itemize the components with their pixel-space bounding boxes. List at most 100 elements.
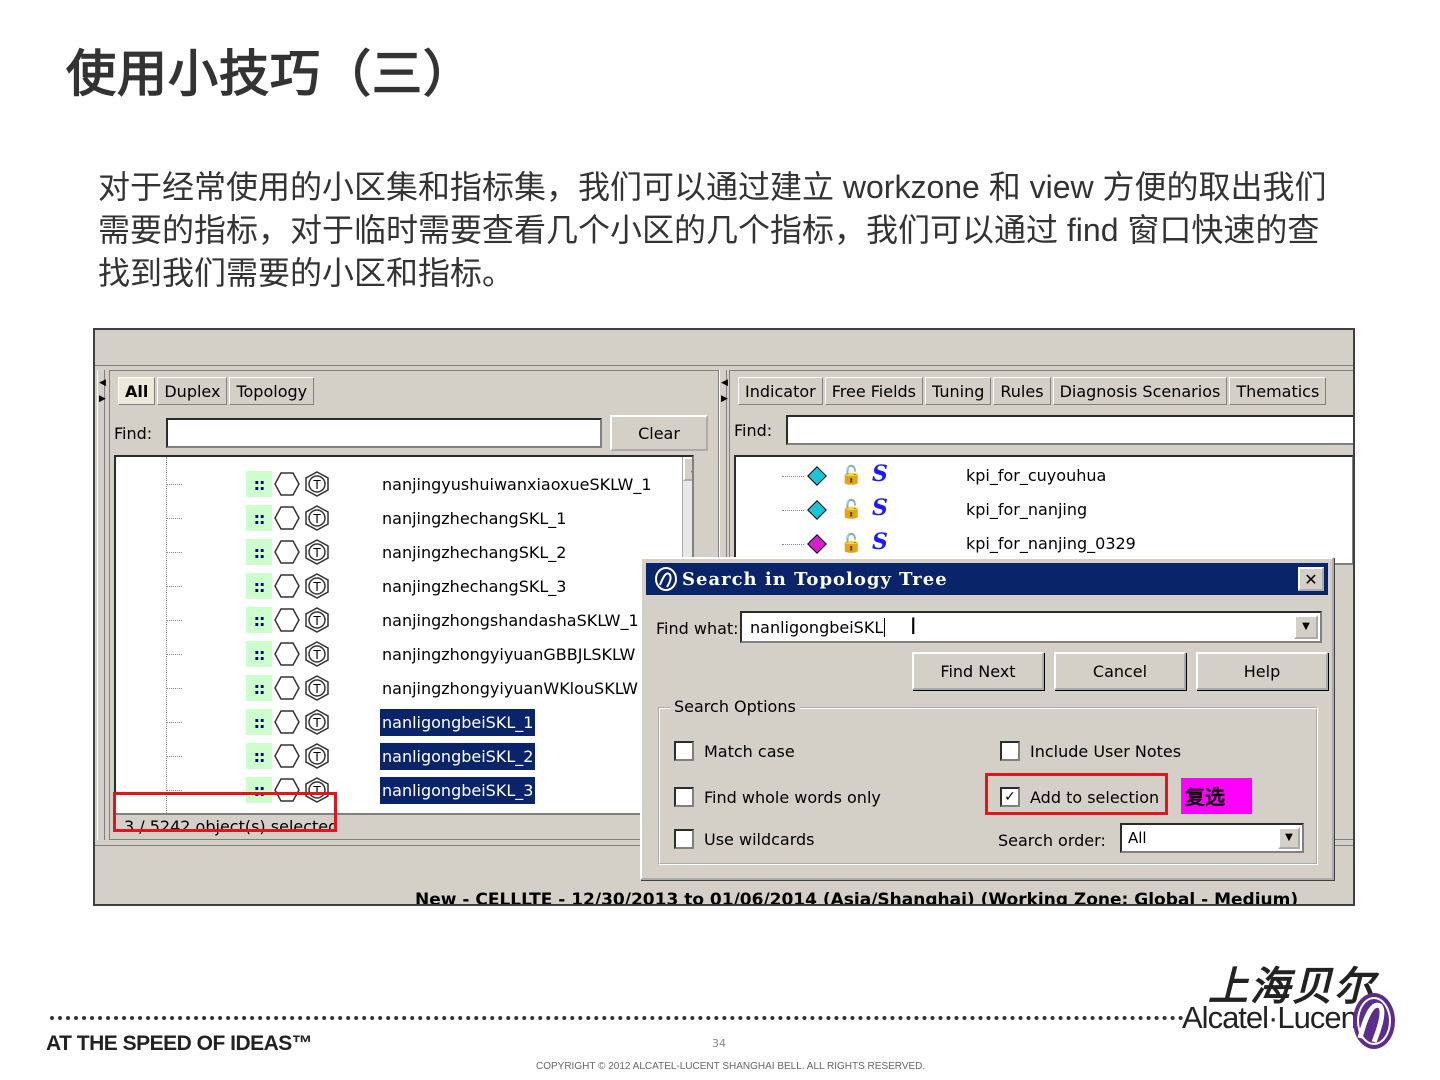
indicator-label[interactable]: kpi_for_nanjing bbox=[966, 500, 1087, 519]
tree-row[interactable]: :: TnanligongbeiSKL_2 bbox=[116, 739, 692, 773]
whole-words-checkbox[interactable]: Find whole words only bbox=[674, 787, 881, 807]
tab-rules[interactable]: Rules bbox=[993, 377, 1051, 405]
topology-tree[interactable]: :: TnanjingyushuiwanxiaoxueSKLW_1:: Tnanji… bbox=[114, 455, 694, 815]
whole-words-box[interactable] bbox=[674, 787, 694, 807]
cell-status-icon: :: bbox=[246, 641, 272, 667]
cell-icons: :: T bbox=[246, 675, 330, 701]
tree-connector bbox=[782, 476, 804, 477]
cell-icons: :: T bbox=[246, 471, 330, 497]
indicator-tabs: Indicator Free Fields Tuning Rules Diagn… bbox=[738, 377, 1328, 405]
cell-label[interactable]: nanjingzhongshandashaSKLW_1 bbox=[380, 607, 641, 634]
s-formula-icon: S bbox=[872, 461, 888, 487]
clear-button[interactable]: Clear bbox=[610, 415, 708, 451]
s-formula-icon: S bbox=[872, 495, 888, 521]
slide-body-text: 对于经常使用的小区集和指标集，我们可以通过建立 workzone 和 view … bbox=[98, 169, 1327, 291]
status-highlight-box bbox=[113, 792, 337, 832]
wildcards-label: Use wildcards bbox=[704, 829, 815, 849]
cell-label[interactable]: nanjingzhongyiyuanWKlouSKLW bbox=[380, 675, 640, 702]
indicator-row[interactable]: 🔓 Skpi_for_nanjing bbox=[736, 493, 1352, 527]
svg-text:T: T bbox=[312, 682, 321, 696]
dialog-close-button[interactable]: ✕ bbox=[1298, 567, 1324, 591]
tab-all[interactable]: All bbox=[118, 377, 156, 405]
cell-label[interactable]: nanligongbeiSKL_1 bbox=[380, 708, 536, 736]
tab-topology[interactable]: Topology bbox=[229, 377, 315, 405]
collapse-middle-icon[interactable]: ◀ bbox=[721, 378, 728, 388]
tree-connector bbox=[166, 552, 182, 553]
indicator-find-row: Find: bbox=[734, 415, 1353, 445]
tab-duplex[interactable]: Duplex bbox=[157, 377, 228, 405]
collapse-left-icon[interactable]: ◀ bbox=[99, 378, 106, 388]
indicator-type-icon bbox=[807, 500, 827, 520]
cell-label[interactable]: nanjingzhechangSKL_3 bbox=[380, 573, 568, 600]
chevron-down-icon[interactable]: ▼ bbox=[1278, 827, 1300, 849]
indicator-label[interactable]: kpi_for_cuyouhua bbox=[966, 466, 1106, 485]
hexagon-icon bbox=[274, 743, 300, 769]
cell-label[interactable]: nanjingzhechangSKL_1 bbox=[380, 505, 568, 532]
topology-t-icon: T bbox=[304, 539, 330, 565]
find-what-input[interactable]: nanligongbeiSKL Ⅰ ▼ bbox=[740, 611, 1322, 643]
topology-t-icon: T bbox=[304, 573, 330, 599]
match-case-label: Match case bbox=[704, 741, 795, 761]
tree-connector bbox=[166, 484, 182, 485]
indicator-tree[interactable]: 🔓 Skpi_for_cuyouhua 🔓 Skpi_for_nanjing 🔓 Skpi… bbox=[734, 455, 1353, 565]
search-options-label: Search Options bbox=[670, 697, 800, 716]
expand-right-icon[interactable]: ▶ bbox=[99, 394, 106, 404]
hexagon-icon bbox=[274, 607, 300, 633]
user-notes-label: Include User Notes bbox=[1030, 741, 1182, 761]
tree-row[interactable]: :: TnanjingzhongshandashaSKLW_1 bbox=[116, 603, 692, 637]
topology-find-input[interactable] bbox=[166, 418, 602, 448]
topology-find-row: Find: Clear bbox=[114, 415, 708, 451]
find-what-dropdown-button[interactable]: ▼ bbox=[1294, 615, 1318, 639]
topology-pane: All Duplex Topology Find: Clear :: Tnanji… bbox=[109, 370, 719, 840]
cell-label[interactable]: nanjingzhechangSKL_2 bbox=[380, 539, 568, 566]
match-case-checkbox[interactable]: Match case bbox=[674, 741, 795, 761]
tree-connector bbox=[166, 654, 182, 655]
dialog-title-bar[interactable]: Search in Topology Tree ✕ bbox=[646, 563, 1328, 595]
expand-middle-icon[interactable]: ▶ bbox=[721, 394, 728, 404]
indicator-type-icon bbox=[807, 466, 827, 486]
match-case-box[interactable] bbox=[674, 741, 694, 761]
help-button[interactable]: Help bbox=[1196, 652, 1328, 690]
find-next-button[interactable]: Find Next bbox=[912, 652, 1044, 690]
tab-tuning[interactable]: Tuning bbox=[925, 377, 992, 405]
slide-title: 使用小技巧（三） bbox=[66, 45, 474, 103]
cell-icons: :: T bbox=[246, 641, 330, 667]
user-notes-checkbox[interactable]: Include User Notes bbox=[1000, 741, 1181, 761]
wildcards-box[interactable] bbox=[674, 829, 694, 849]
s-formula-icon: S bbox=[872, 529, 888, 555]
tree-row[interactable]: :: T nanjingzhechangSKL_1 bbox=[116, 501, 692, 535]
tab-indicator[interactable]: Indicator bbox=[738, 377, 823, 405]
cell-label[interactable]: nanligongbeiSKL_3 bbox=[380, 776, 536, 804]
tree-row[interactable]: :: T nanjingzhongyiyuanGBBJLSKLW bbox=[116, 637, 692, 671]
tree-row[interactable]: :: TnanligongbeiSKL_1 bbox=[116, 705, 692, 739]
cell-label[interactable]: nanjingyushuiwanxiaoxueSKLW_1 bbox=[380, 471, 654, 498]
tab-free-fields[interactable]: Free Fields bbox=[824, 377, 924, 405]
indicator-row[interactable]: 🔓 Skpi_for_cuyouhua bbox=[736, 459, 1352, 493]
tree-row[interactable]: :: TnanjingzhechangSKL_2 bbox=[116, 535, 692, 569]
tree-connector bbox=[166, 518, 182, 519]
cell-status-icon: :: bbox=[246, 539, 272, 565]
tab-thematics[interactable]: Thematics bbox=[1229, 377, 1327, 405]
indicator-find-input[interactable] bbox=[786, 415, 1353, 445]
alcatel-lucent-logo-icon bbox=[1353, 993, 1395, 1049]
cell-icons: :: T bbox=[246, 505, 330, 531]
add-selection-highlight-box bbox=[985, 773, 1168, 815]
user-notes-box[interactable] bbox=[1000, 741, 1020, 761]
search-dialog: Search in Topology Tree ✕ Find what: nan… bbox=[640, 557, 1334, 880]
tree-row[interactable]: :: T nanjingzhongyiyuanWKlouSKLW bbox=[116, 671, 692, 705]
hexagon-icon bbox=[274, 539, 300, 565]
cell-label[interactable]: nanligongbeiSKL_2 bbox=[380, 742, 536, 770]
cell-label[interactable]: nanjingzhongyiyuanGBBJLSKLW bbox=[380, 641, 637, 668]
cancel-button[interactable]: Cancel bbox=[1054, 652, 1186, 690]
tab-diagnosis-scenarios[interactable]: Diagnosis Scenarios bbox=[1052, 377, 1228, 405]
search-order-select[interactable]: All ▼ bbox=[1120, 823, 1304, 853]
indicator-row[interactable]: 🔓 Skpi_for_nanjing_0329 bbox=[736, 527, 1352, 561]
hexagon-icon bbox=[274, 709, 300, 735]
left-splitter[interactable]: ◀ ▶ bbox=[97, 370, 106, 840]
indicator-label[interactable]: kpi_for_nanjing_0329 bbox=[966, 534, 1136, 553]
tree-row[interactable]: :: T nanjingyushuiwanxiaoxueSKLW_1 bbox=[116, 467, 692, 501]
lock-icon: 🔓 bbox=[840, 465, 863, 486]
wildcards-checkbox[interactable]: Use wildcards bbox=[674, 829, 815, 849]
tree-row[interactable]: :: TnanjingzhechangSKL_3 bbox=[116, 569, 692, 603]
scroll-up-icon[interactable]: ▲ bbox=[683, 457, 692, 481]
